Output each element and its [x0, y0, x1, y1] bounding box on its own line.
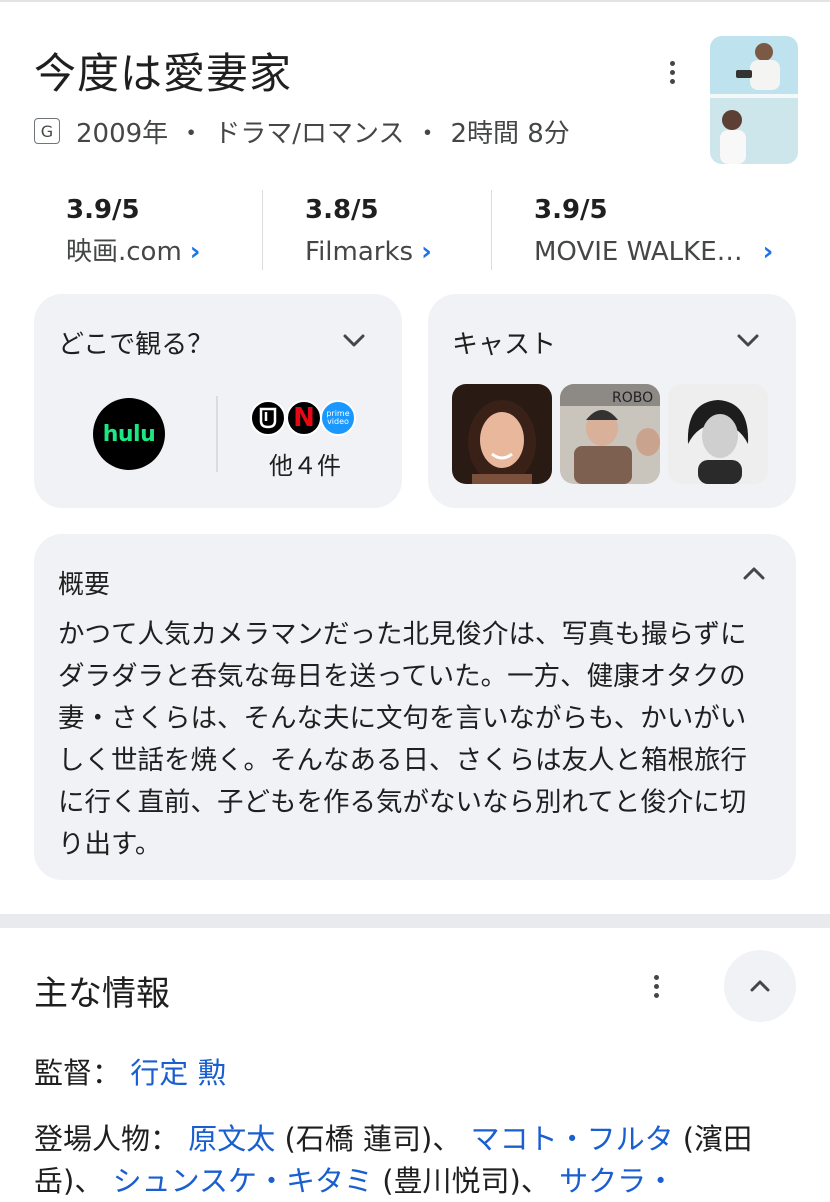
rating-filmarks[interactable]: 3.8/5 Filmarks ›: [305, 192, 432, 274]
character-link[interactable]: 原文太: [188, 1122, 275, 1156]
cast-photo[interactable]: [452, 384, 552, 484]
prime-video-icon[interactable]: prime video: [320, 400, 356, 436]
character-link[interactable]: サクラ・: [559, 1164, 675, 1198]
list-separator: 、: [520, 1164, 550, 1198]
more-options-icon[interactable]: [648, 966, 664, 1006]
list-separator: 、: [432, 1122, 462, 1156]
director-label: 監督：: [34, 1056, 122, 1090]
rating-score: 3.9/5: [66, 195, 140, 225]
cast-title: キャスト: [452, 330, 557, 360]
more-providers-label[interactable]: 他４件: [240, 446, 370, 481]
u-next-icon[interactable]: [250, 400, 286, 436]
chevron-down-icon[interactable]: [734, 326, 762, 358]
director-row: 監督： 行定 勲: [34, 1050, 226, 1092]
chevron-down-icon[interactable]: [340, 326, 368, 358]
characters-row: 登場人物： 原文太 (石橋 蓮司)、 マコト・フルタ (濱田 岳)、 シュンスケ…: [34, 1118, 794, 1202]
runtime: 2時間 8分: [450, 118, 570, 149]
director-link[interactable]: 行定 勲: [130, 1056, 226, 1090]
section-divider: [0, 914, 830, 928]
where-to-watch-title: どこで観る？: [58, 330, 214, 360]
netflix-icon[interactable]: N: [286, 400, 322, 436]
provider-divider: [216, 396, 218, 472]
page-title: 今度は愛妻家: [34, 49, 293, 98]
character-link[interactable]: シュンスケ・キタミ: [113, 1164, 373, 1198]
content-rating-badge: G: [34, 118, 60, 144]
character-actor: (石橋 蓮司): [284, 1122, 433, 1156]
main-info-title: 主な情報: [34, 974, 170, 1014]
svg-text:ROBO: ROBO: [612, 390, 653, 406]
characters-label: 登場人物：: [34, 1122, 180, 1156]
chevron-right-icon: ›: [421, 237, 432, 267]
summary-text: かつて人気カメラマンだった北見俊介は、写真も撮らずにダラダラと呑気な毎日を送って…: [58, 619, 747, 860]
meta-separator: ・: [178, 118, 205, 149]
rating-divider: [491, 190, 492, 270]
list-separator: 、: [74, 1164, 104, 1198]
character-actor: (豊川悦司): [382, 1164, 521, 1198]
collapse-button[interactable]: [724, 950, 796, 1022]
movie-meta: G 2009年 ・ ドラマ/ロマンス ・ 2時間 8分: [34, 114, 570, 149]
rating-source: Filmarks: [305, 237, 414, 267]
chevron-right-icon: ›: [189, 237, 201, 267]
cast-photo[interactable]: ROBO: [560, 384, 660, 484]
rating-source: MOVIE WALKE…: [534, 237, 743, 267]
chevron-right-icon: ›: [762, 237, 774, 267]
cast-photo[interactable]: [668, 384, 768, 484]
rating-source: 映画.com: [66, 237, 182, 267]
release-year: 2009年: [76, 118, 169, 149]
rating-eiga[interactable]: 3.9/5 映画.com ›: [66, 192, 201, 274]
rating-moviewalker[interactable]: 3.9/5 MOVIE WALKE… ›: [534, 192, 773, 274]
meta-separator: ・: [414, 118, 441, 149]
character-link[interactable]: マコト・フルタ: [471, 1122, 674, 1156]
chevron-up-icon[interactable]: [740, 560, 768, 592]
hulu-logo[interactable]: hulu: [93, 398, 165, 470]
chevron-up-icon: [750, 980, 770, 992]
rating-divider: [262, 190, 263, 270]
movie-poster[interactable]: [710, 36, 798, 164]
rating-score: 3.9/5: [534, 195, 608, 225]
more-options-icon[interactable]: [664, 52, 680, 92]
summary-title: 概要: [58, 570, 111, 600]
top-divider: [0, 0, 830, 2]
rating-score: 3.8/5: [305, 195, 379, 225]
genre: ドラマ/ロマンス: [214, 118, 405, 149]
